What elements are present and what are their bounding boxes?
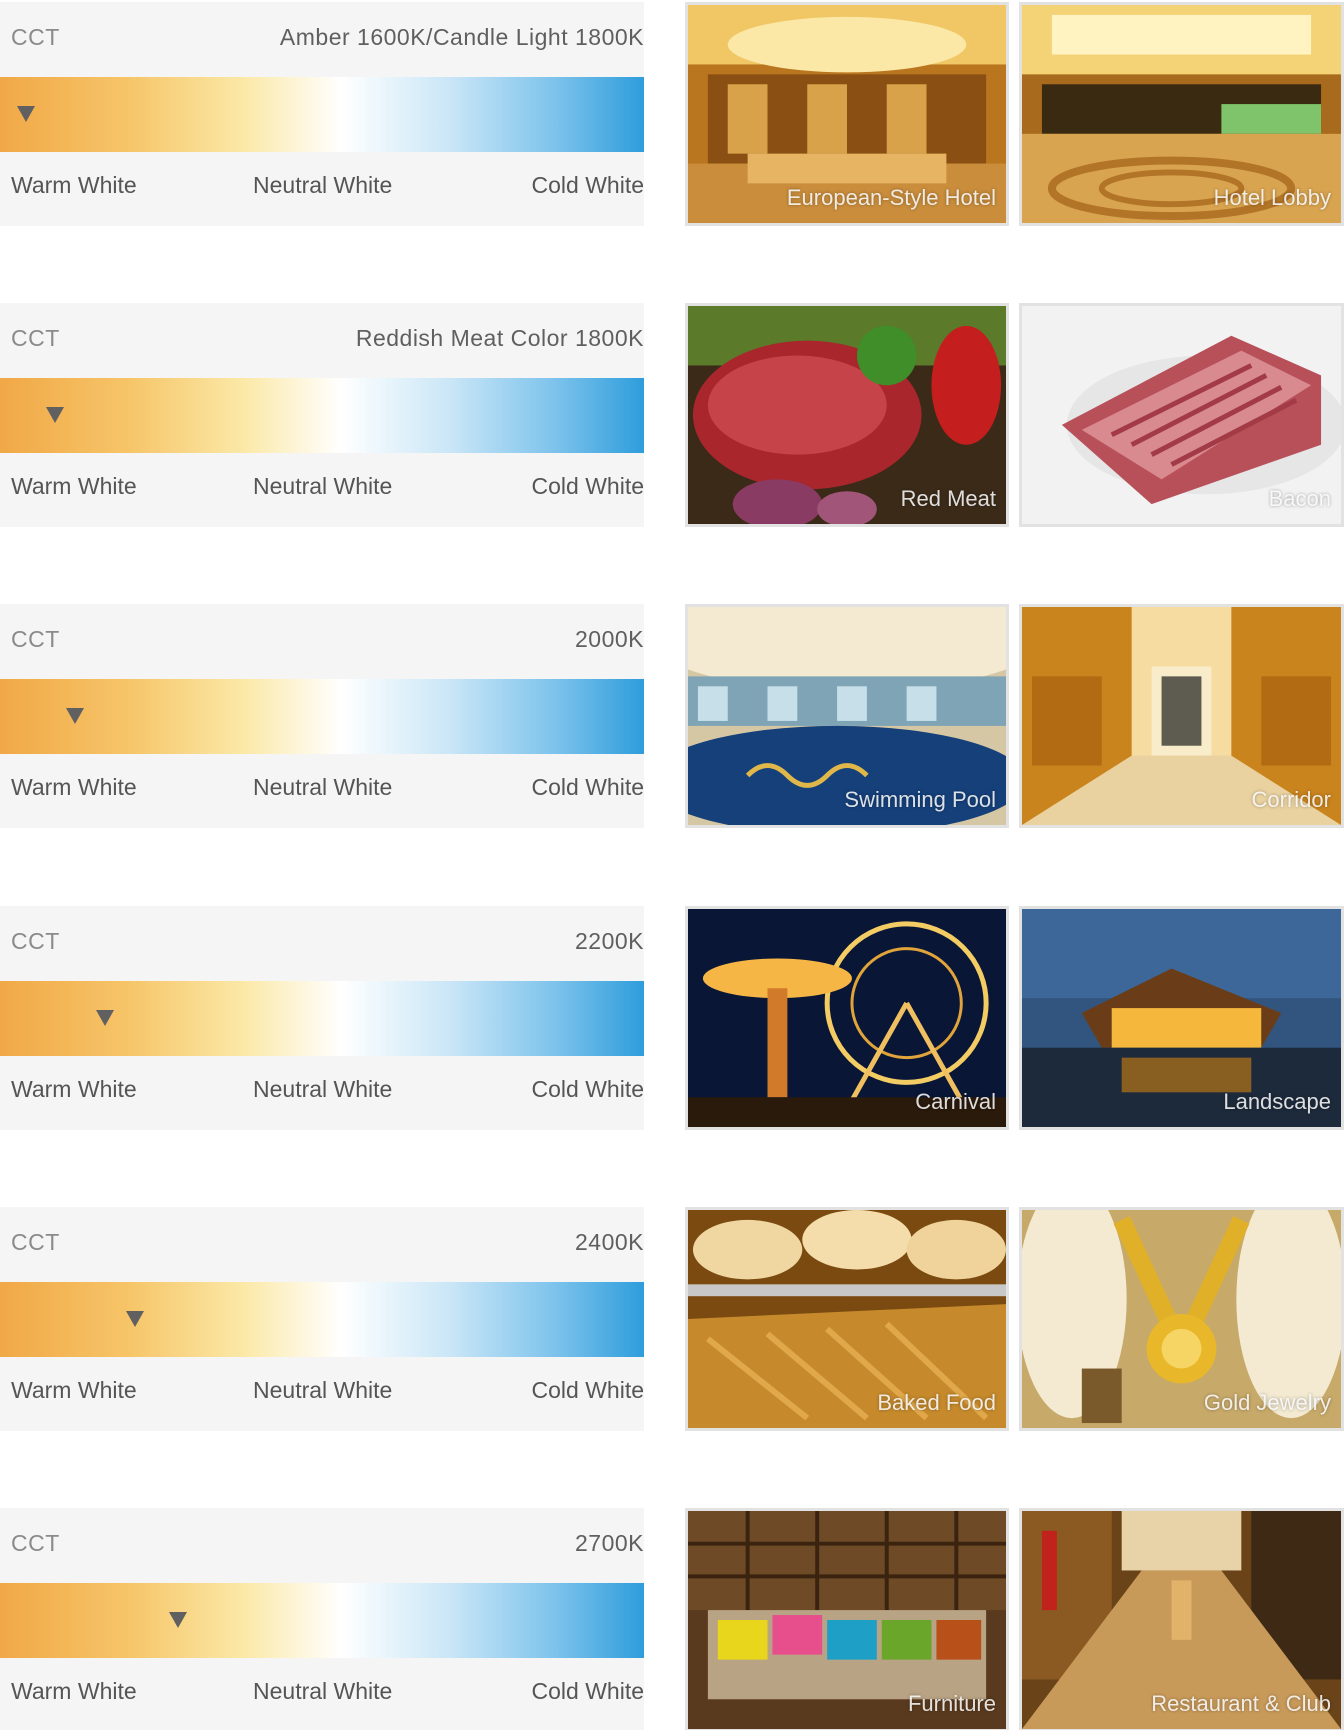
scene-photo-furniture: Furniture bbox=[685, 1508, 1009, 1730]
cct-value: 2400K bbox=[574, 1229, 644, 1255]
scene-caption: Corridor bbox=[1251, 787, 1331, 812]
scene-photo-bacon: Bacon bbox=[1019, 303, 1344, 527]
scene-caption: Hotel Lobby bbox=[1213, 185, 1331, 210]
cct-label: CCT bbox=[11, 626, 60, 652]
scene-photo-swimming-pool: Swimming Pool bbox=[685, 604, 1009, 828]
scene-photo-baked-food: Baked Food bbox=[685, 1207, 1009, 1431]
cct-row: CCT 2200K Warm White Neutral White Cold … bbox=[0, 906, 1344, 1130]
cct-row: CCT Amber 1600K/Candle Light 1800K Warm … bbox=[0, 2, 1344, 226]
warm-white-label: Warm White bbox=[11, 172, 137, 198]
scene-caption: Swimming Pool bbox=[844, 787, 996, 812]
scene-photo-corridor: Corridor bbox=[1019, 604, 1344, 828]
color-temperature-gradient-bar bbox=[0, 679, 644, 754]
cct-value: Reddish Meat Color 1800K bbox=[355, 325, 644, 351]
scene-photo-hotel-lobby: Hotel Lobby bbox=[1019, 2, 1344, 226]
cold-white-label: Cold White bbox=[531, 1678, 644, 1704]
warm-white-label: Warm White bbox=[11, 1076, 137, 1102]
scene-caption: Landscape bbox=[1223, 1089, 1331, 1114]
warm-white-label: Warm White bbox=[11, 1377, 137, 1403]
cct-value: Amber 1600K/Candle Light 1800K bbox=[279, 24, 644, 50]
cold-white-label: Cold White bbox=[531, 1377, 644, 1403]
cct-marker-icon bbox=[45, 407, 64, 423]
neutral-white-label: Neutral White bbox=[253, 1076, 393, 1102]
warm-white-label: Warm White bbox=[11, 1678, 137, 1704]
cct-marker-icon bbox=[66, 708, 85, 724]
neutral-white-label: Neutral White bbox=[253, 1678, 393, 1704]
scene-caption: Baked Food bbox=[877, 1390, 996, 1415]
scene-caption: Furniture bbox=[907, 1691, 996, 1716]
cold-white-label: Cold White bbox=[531, 473, 644, 499]
cct-panel: CCT 2000K Warm White Neutral White Cold … bbox=[0, 604, 644, 828]
color-temperature-gradient-bar bbox=[0, 77, 644, 152]
cct-marker-icon bbox=[125, 1311, 144, 1327]
cct-label: CCT bbox=[11, 1229, 60, 1255]
cct-panel: CCT 2400K Warm White Neutral White Cold … bbox=[0, 1207, 644, 1431]
cct-marker-icon bbox=[95, 1010, 114, 1026]
cct-value: 2700K bbox=[574, 1530, 644, 1556]
scene-caption: Carnival bbox=[915, 1089, 996, 1114]
cold-white-label: Cold White bbox=[531, 774, 644, 800]
cct-row: CCT 2400K Warm White Neutral White Cold … bbox=[0, 1207, 1344, 1431]
scene-photo-hotel-interior: European-Style Hotel bbox=[685, 2, 1009, 226]
cct-panel: CCT 2700K Warm White Neutral White Cold … bbox=[0, 1508, 644, 1730]
scene-photo-gold-jewelry: Gold Jewelry bbox=[1019, 1207, 1344, 1431]
cct-row: CCT Reddish Meat Color 1800K Warm White … bbox=[0, 303, 1344, 527]
scene-caption: Red Meat bbox=[900, 486, 996, 511]
cct-panel: CCT Reddish Meat Color 1800K Warm White … bbox=[0, 303, 644, 527]
scene-photo-carnival: Carnival bbox=[685, 906, 1009, 1130]
neutral-white-label: Neutral White bbox=[253, 172, 393, 198]
color-temperature-gradient-bar bbox=[0, 1583, 644, 1658]
neutral-white-label: Neutral White bbox=[253, 1377, 393, 1403]
cold-white-label: Cold White bbox=[531, 172, 644, 198]
color-temperature-gradient-bar bbox=[0, 1282, 644, 1357]
scene-photo-red-meat: Red Meat bbox=[685, 303, 1009, 527]
warm-white-label: Warm White bbox=[11, 473, 137, 499]
scene-caption: European-Style Hotel bbox=[786, 185, 996, 210]
scene-caption: Restaurant & Club bbox=[1151, 1691, 1331, 1716]
color-temperature-gradient-bar bbox=[0, 981, 644, 1056]
cct-label: CCT bbox=[11, 24, 60, 50]
neutral-white-label: Neutral White bbox=[253, 774, 393, 800]
scene-caption: Bacon bbox=[1268, 486, 1331, 511]
cct-row: CCT 2000K Warm White Neutral White Cold … bbox=[0, 604, 1344, 828]
cct-label: CCT bbox=[11, 325, 60, 351]
cct-panel: CCT 2200K Warm White Neutral White Cold … bbox=[0, 906, 644, 1130]
cold-white-label: Cold White bbox=[531, 1076, 644, 1102]
warm-white-label: Warm White bbox=[11, 774, 137, 800]
cct-marker-icon bbox=[16, 106, 35, 122]
cct-panel: CCT Amber 1600K/Candle Light 1800K Warm … bbox=[0, 2, 644, 226]
cct-row: CCT 2700K Warm White Neutral White Cold … bbox=[0, 1508, 1344, 1730]
scene-photo-restaurant-club: Restaurant & Club bbox=[1019, 1508, 1344, 1730]
scene-photo-landscape: Landscape bbox=[1019, 906, 1344, 1130]
scene-caption: Gold Jewelry bbox=[1203, 1390, 1331, 1415]
cct-marker-icon bbox=[168, 1612, 187, 1628]
neutral-white-label: Neutral White bbox=[253, 473, 393, 499]
cct-label: CCT bbox=[11, 928, 60, 954]
cct-value: 2000K bbox=[574, 626, 644, 652]
cct-value: 2200K bbox=[574, 928, 644, 954]
cct-label: CCT bbox=[11, 1530, 60, 1556]
color-temperature-gradient-bar bbox=[0, 378, 644, 453]
